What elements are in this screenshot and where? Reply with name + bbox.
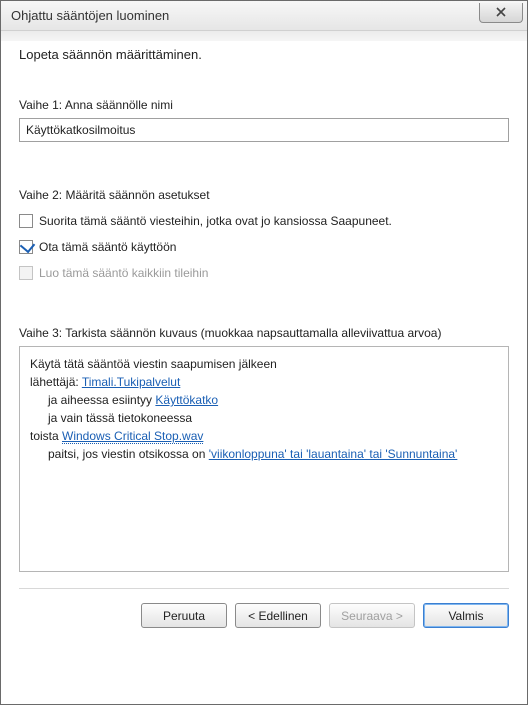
play-sound-link[interactable]: Windows Critical Stop.wav [62,429,203,444]
desc-line-except: paitsi, jos viestin otsikossa on 'viikon… [30,445,498,463]
desc-line-play: toista Windows Critical Stop.wav [30,427,498,445]
dialog-window: Ohjattu sääntöjen luominen Lopeta säännö… [0,0,528,705]
desc-line-sender: lähettäjä: Timali.Tukipalvelut [30,373,498,391]
finish-button[interactable]: Valmis [423,603,509,628]
checkbox-label: Luo tämä sääntö kaikkiin tileihin [39,266,208,280]
checkbox-icon [19,240,33,254]
subject-link[interactable]: Käyttökatko [155,393,218,407]
desc-text: paitsi, jos viestin otsikossa on [48,447,209,461]
checkbox-enable-rule[interactable]: Ota tämä sääntö käyttöön [19,240,509,254]
step1-label: Vaihe 1: Anna säännölle nimi [19,98,509,112]
rule-description-box: Käytä tätä sääntöä viestin saapumisen jä… [19,346,509,572]
button-row: Peruuta < Edellinen Seuraava > Valmis [19,588,509,628]
cancel-button[interactable]: Peruuta [141,603,227,628]
step2-label: Vaihe 2: Määritä säännön asetukset [19,188,509,202]
checkbox-run-on-existing[interactable]: Suorita tämä sääntö viesteihin, jotka ov… [19,214,509,228]
checkbox-all-accounts: Luo tämä sääntö kaikkiin tileihin [19,266,509,280]
window-title: Ohjattu sääntöjen luominen [11,8,479,23]
desc-text: lähettäjä: [30,375,82,389]
back-button[interactable]: < Edellinen [235,603,321,628]
desc-line-only-computer: ja vain tässä tietokoneessa [30,409,498,427]
rule-name-input[interactable] [19,118,509,142]
titlebar: Ohjattu sääntöjen luominen [1,1,527,31]
desc-line-subject: ja aiheessa esiintyy Käyttökatko [30,391,498,409]
checkbox-label: Suorita tämä sääntö viesteihin, jotka ov… [39,214,392,228]
except-link[interactable]: 'viikonloppuna' tai 'lauantaina' tai 'Su… [209,447,458,461]
dialog-body: Lopeta säännön määrittäminen. Vaihe 1: A… [1,31,527,704]
desc-text: ja aiheessa esiintyy [48,393,155,407]
sender-link[interactable]: Timali.Tukipalvelut [82,375,180,389]
close-icon [495,7,507,17]
checkbox-icon [19,266,33,280]
close-button[interactable] [479,3,523,23]
desc-text: toista [30,429,62,443]
page-heading: Lopeta säännön määrittäminen. [19,47,509,62]
next-button: Seuraava > [329,603,415,628]
desc-line-apply: Käytä tätä sääntöä viestin saapumisen jä… [30,355,498,373]
checkbox-label: Ota tämä sääntö käyttöön [39,240,176,254]
step3-label: Vaihe 3: Tarkista säännön kuvaus (muokka… [19,326,509,340]
checkbox-icon [19,214,33,228]
